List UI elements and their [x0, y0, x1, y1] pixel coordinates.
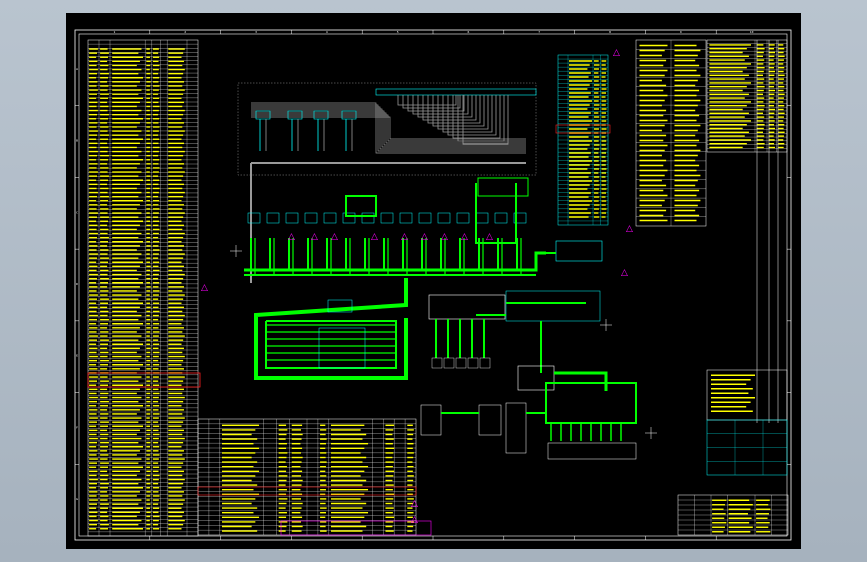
green-lower-right-cluster	[545, 382, 637, 424]
notes-block-text	[711, 374, 755, 412]
border-label-top: 10	[750, 30, 754, 34]
revision-marker-icon: △	[411, 499, 418, 509]
cad-drawing-viewport[interactable]: 1 2 3 4 5 6 7 8 9 10 A B C D E F G △ △ △ △ △ △ △ △ △ △ △ △ △ △ △	[66, 13, 801, 549]
border-label-top: 5	[397, 30, 399, 34]
equipment-box-mid	[456, 212, 470, 224]
border-label-top: 9	[680, 30, 682, 34]
border-label-side: B	[76, 139, 78, 143]
panel-box-right-b	[505, 290, 601, 322]
legend-entries	[569, 60, 607, 218]
right-cluster-box	[477, 177, 529, 197]
equipment-box-mid	[304, 212, 318, 224]
cable-schedule-entries-left	[89, 48, 185, 530]
terminal-box-right	[443, 357, 455, 369]
border-label-side: D	[76, 282, 78, 286]
revision-marker-icon: △	[613, 48, 620, 58]
revision-marker-icon: △	[201, 283, 208, 293]
revision-marker-icon: △	[311, 232, 318, 242]
equipment-box-mid	[418, 212, 432, 224]
border-label-side: A	[76, 67, 78, 71]
border-label-side: E	[76, 354, 78, 358]
border-label-top: 8	[609, 30, 611, 34]
revision-marker-icon: △	[421, 232, 428, 242]
revision-marker-icon: △	[401, 232, 408, 242]
border-label-side: G	[76, 497, 78, 501]
border-label-side: F	[76, 425, 78, 429]
equipment-box-mid	[380, 212, 394, 224]
revision-marker-icon: △	[486, 232, 493, 242]
border-label-top: 7	[538, 30, 540, 34]
terminal-box-right	[479, 357, 491, 369]
gray-cable-run	[462, 95, 509, 145]
border-label-top: 6	[467, 30, 469, 34]
revision-marker-icon: △	[288, 232, 295, 242]
terminal-box-right	[455, 357, 467, 369]
gray-cable-run	[402, 95, 461, 109]
gray-cable-run	[397, 95, 457, 106]
junction-box-lower-left	[318, 327, 366, 369]
border-label-top: 4	[326, 30, 328, 34]
notes-block-right	[706, 369, 788, 421]
border-label-top: 1	[113, 30, 115, 34]
border-label-side: C	[76, 210, 78, 214]
revision-marker-icon: △	[441, 232, 448, 242]
revision-marker-icon: △	[411, 515, 418, 525]
equipment-box-mid	[437, 212, 451, 224]
panel-box-lower-right	[517, 365, 555, 391]
terminal-box-right	[467, 357, 479, 369]
equipment-box-mid	[247, 212, 261, 224]
equipment-box-mid	[323, 212, 337, 224]
gray-cable-run	[457, 95, 505, 142]
revision-entries	[709, 44, 785, 149]
diagram-boundary-dashed	[237, 82, 537, 176]
lower-mid-panel	[505, 402, 527, 454]
equipment-box-mid	[475, 212, 489, 224]
equipment-box-mid	[266, 212, 280, 224]
lower-right-panel	[547, 442, 637, 460]
revision-marker-icon: △	[371, 232, 378, 242]
revision-cloud-bottom	[280, 520, 432, 536]
equipment-box-mid	[399, 212, 413, 224]
equipment-box-mid	[342, 212, 356, 224]
electrical-wiring-drawing: 1 2 3 4 5 6 7 8 9 10 A B C D E F G △ △ △ △ △ △ △ △ △ △ △ △ △ △ △	[74, 29, 792, 541]
lower-left-panel-b	[478, 404, 502, 436]
revision-marker-icon: △	[331, 232, 338, 242]
revision-marker-icon: △	[461, 232, 468, 242]
equipment-box-mid	[361, 212, 375, 224]
lower-left-panel-a	[420, 404, 442, 436]
border-label-top: 2	[184, 30, 186, 34]
terminal-box-right	[431, 357, 443, 369]
revision-marker-icon: △	[626, 224, 633, 234]
gray-cable-run	[442, 95, 493, 133]
title-block-text	[712, 499, 771, 533]
equipment-box-mid	[494, 212, 508, 224]
top-terminal-block	[375, 88, 537, 96]
panel-right-mid	[555, 240, 603, 262]
equipment-box-mid	[285, 212, 299, 224]
border-label-top: 3	[255, 30, 257, 34]
revision-marker-icon: △	[621, 268, 628, 278]
